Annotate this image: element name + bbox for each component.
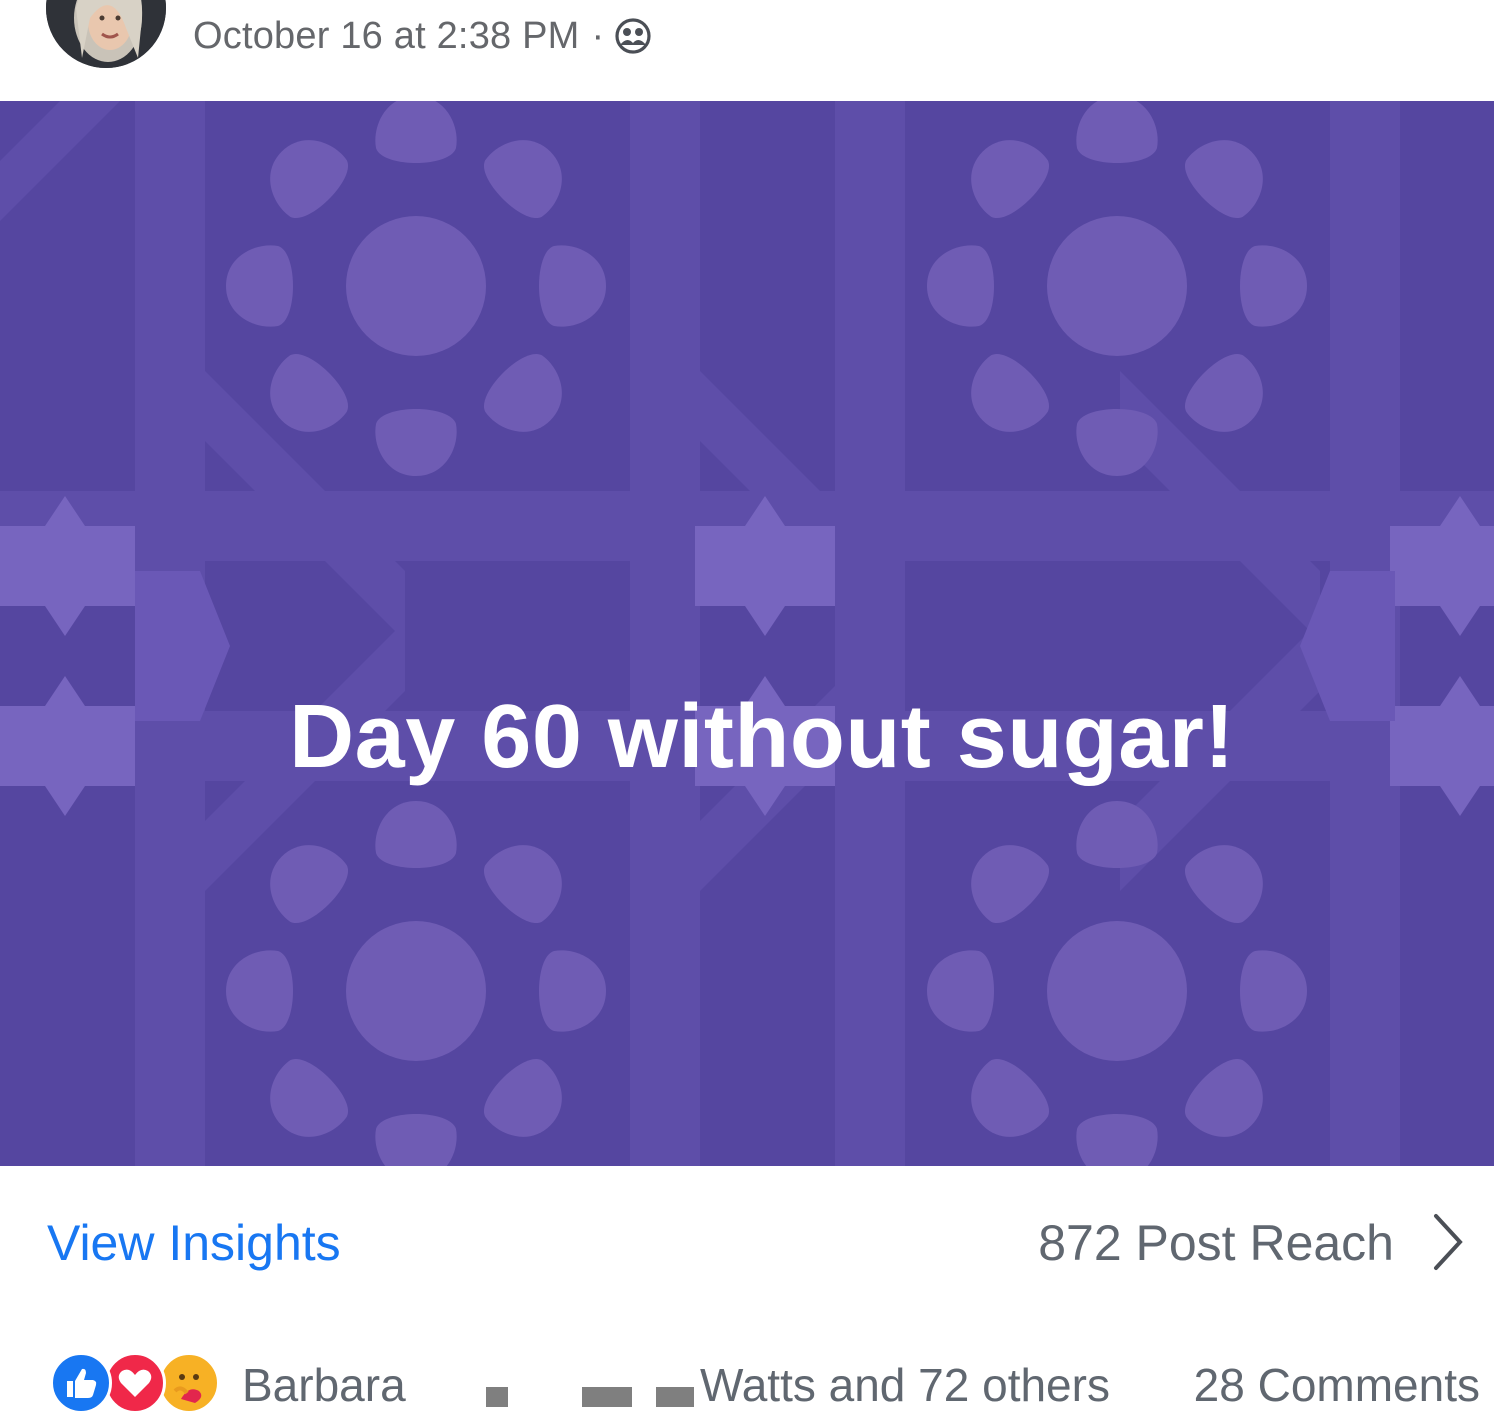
post-meta: October 16 at 2:38 PM · — [193, 12, 652, 60]
post-text: Day 60 without sugar! — [289, 687, 1235, 787]
care-icon — [158, 1352, 220, 1414]
friends-icon[interactable] — [614, 17, 652, 55]
redacted-block — [656, 1387, 694, 1407]
chevron-right-icon[interactable] — [1428, 1210, 1468, 1274]
facebook-post: October 16 at 2:38 PM · Day 60 without s… — [0, 0, 1494, 1420]
like-icon — [50, 1352, 112, 1414]
view-insights-link[interactable]: View Insights — [47, 1214, 341, 1272]
redacted-block — [582, 1387, 632, 1407]
post-image[interactable]: Day 60 without sugar! — [0, 101, 1494, 1166]
post-reach[interactable]: 872 Post Reach — [1038, 1214, 1394, 1272]
meta-separator: · — [591, 14, 605, 57]
post-header: October 16 at 2:38 PM · — [0, 0, 1494, 100]
timestamp[interactable]: October 16 at 2:38 PM — [193, 15, 580, 58]
insights-row: View Insights 872 Post Reach — [0, 1166, 1494, 1316]
reaction-first-name[interactable]: Barbara — [242, 1358, 406, 1412]
comments-count[interactable]: 28 Comments — [1194, 1358, 1480, 1412]
reaction-others[interactable]: Watts and 72 others — [700, 1358, 1110, 1412]
avatar[interactable] — [46, 0, 166, 68]
love-icon — [104, 1352, 166, 1414]
reaction-icons[interactable] — [50, 1352, 220, 1414]
pattern-background — [0, 101, 1494, 1166]
redacted-block — [486, 1387, 508, 1407]
